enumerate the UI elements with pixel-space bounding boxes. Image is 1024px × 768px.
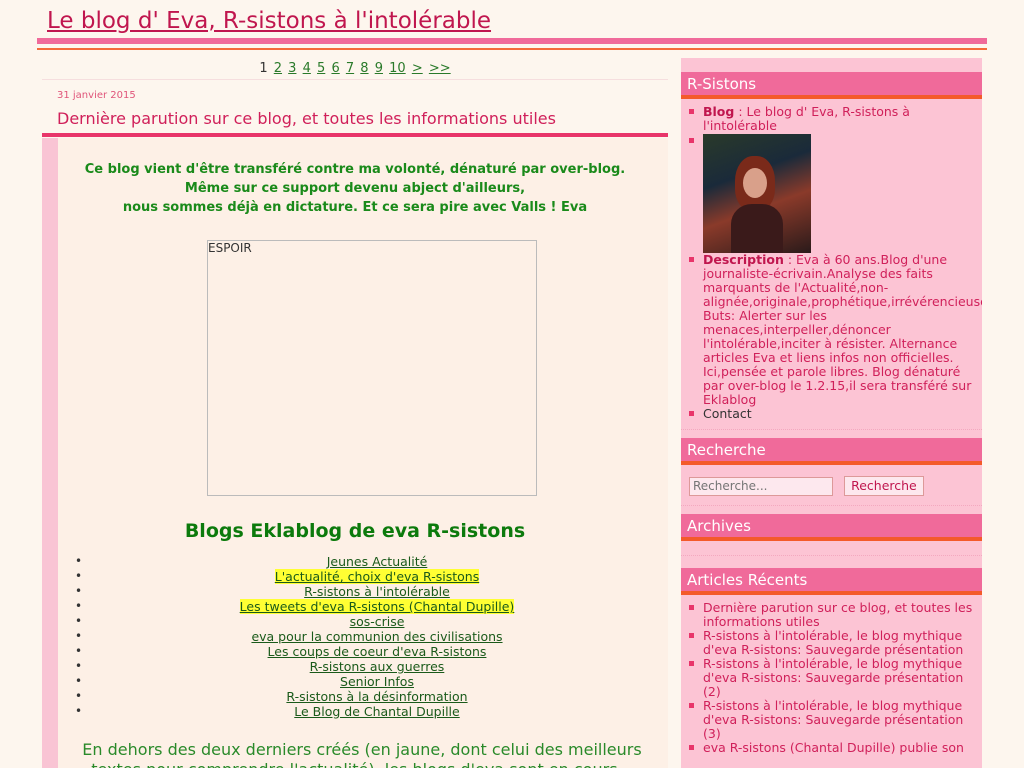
search-input[interactable] [689, 476, 833, 496]
post-title-rule [42, 133, 668, 137]
header-rule [37, 38, 987, 44]
list-item: R-sistons à la désinformation [75, 689, 662, 704]
recent-article-link[interactable]: Dernière parution sur ce blog, et toutes… [689, 601, 982, 629]
list-item: Senior Infos [75, 674, 662, 689]
search-button[interactable]: Recherche [844, 475, 924, 496]
blog-link[interactable]: R-sistons à la désinformation [286, 689, 467, 704]
profile-photo[interactable] [703, 134, 811, 253]
intro-line: Même sur ce support devenu abject d'aill… [184, 181, 526, 196]
page-link-7[interactable]: 7 [346, 61, 354, 76]
header-rule-thin [37, 48, 987, 50]
blog-link[interactable]: Jeunes Actualité [327, 554, 428, 569]
list-item: Description : Eva à 60 ans.Blog d'une jo… [689, 252, 982, 407]
blog-link[interactable]: sos-crise [350, 614, 405, 629]
description-value: : Eva à 60 ans.Blog d'une journaliste-éc… [703, 252, 982, 407]
widget-heading-rsistons: R-Sistons [681, 72, 982, 95]
page-link-6[interactable]: 6 [331, 61, 339, 76]
page-next-link[interactable]: > [412, 61, 423, 76]
main-column: 1 2 3 4 5 6 7 8 9 10 > >> 31 janvier 201… [42, 58, 668, 768]
widget-heading-recent: Articles Récents [681, 568, 982, 591]
profile-list: Blog : Le blog d' Eva, R-sistons à l'int… [681, 99, 982, 421]
post-outro: En dehors des deux derniers créés (en ja… [82, 740, 642, 768]
blog-link[interactable]: Les coups de coeur d'eva R-sistons [268, 644, 487, 659]
page-link-9[interactable]: 9 [375, 61, 383, 76]
page-current: 1 [259, 61, 268, 76]
page-link-2[interactable]: 2 [274, 61, 282, 76]
recent-articles-list: Dernière parution sur ce blog, et toutes… [681, 595, 982, 755]
blogs-heading: Blogs Eklablog de eva R-sistons [184, 520, 526, 542]
blog-link[interactable]: R-sistons aux guerres [310, 659, 445, 674]
intro-line: Ce blog vient d'être transféré contre ma… [84, 162, 626, 177]
site-title-link[interactable]: Le blog d' Eva, R-sistons à l'intolérabl… [47, 8, 491, 34]
page-link-3[interactable]: 3 [288, 61, 296, 76]
blog-value: : Le blog d' Eva, R-sistons à l'intoléra… [703, 104, 910, 133]
blog-link[interactable]: eva pour la communion des civilisations [251, 629, 502, 644]
blog-link[interactable]: R-sistons à l'intolérable [304, 584, 450, 599]
recent-article-link[interactable]: eva R-sistons (Chantal Dupille) publie s… [689, 741, 982, 755]
embedded-frame[interactable]: ESPOIR [207, 240, 537, 496]
list-item: Jeunes Actualité [75, 554, 662, 569]
widget-heading-archives: Archives [681, 514, 982, 537]
recent-article-link[interactable]: R-sistons à l'intolérable, le blog mythi… [689, 629, 982, 657]
widget-divider [681, 541, 982, 556]
list-item: eva pour la communion des civilisations [75, 629, 662, 644]
list-item: Les tweets d'eva R-sistons (Chantal Dupi… [75, 599, 662, 614]
post-body: Ce blog vient d'être transféré contre ma… [42, 138, 668, 768]
list-item: Contact [689, 406, 982, 421]
list-item [689, 134, 982, 253]
recent-article-link[interactable]: R-sistons à l'intolérable, le blog mythi… [689, 657, 982, 699]
post-date: 31 janvier 2015 [57, 90, 136, 101]
list-item: R-sistons à l'intolérable [75, 584, 662, 599]
page-last-link[interactable]: >> [429, 61, 451, 76]
pager-divider [42, 79, 668, 80]
widget-divider [681, 421, 982, 430]
intro-line: nous sommes déjà en dictature. Et ce ser… [122, 200, 588, 215]
list-item: Les coups de coeur d'eva R-sistons [75, 644, 662, 659]
contact-link[interactable]: Contact [703, 406, 752, 421]
list-item: sos-crise [75, 614, 662, 629]
page-link-10[interactable]: 10 [389, 61, 406, 76]
search-form: Recherche [681, 465, 982, 497]
post-title[interactable]: Dernière parution sur ce blog, et toutes… [57, 109, 556, 128]
pagination: 1 2 3 4 5 6 7 8 9 10 > >> [42, 58, 668, 79]
list-item: Le Blog de Chantal Dupille [75, 704, 662, 719]
blog-link-highlighted[interactable]: L'actualité, choix d'eva R-sistons [274, 569, 480, 584]
blog-link[interactable]: Le Blog de Chantal Dupille [294, 704, 459, 719]
page-link-8[interactable]: 8 [360, 61, 368, 76]
blog-label: Blog [703, 104, 735, 119]
page-link-4[interactable]: 4 [303, 61, 311, 76]
page-link-5[interactable]: 5 [317, 61, 325, 76]
sidebar: R-Sistons Blog : Le blog d' Eva, R-sisto… [681, 58, 982, 768]
blog-link[interactable]: Senior Infos [340, 674, 414, 689]
description-label: Description [703, 252, 784, 267]
post-intro: Ce blog vient d'être transféré contre ma… [58, 160, 652, 217]
blogs-list: Jeunes Actualité L'actualité, choix d'ev… [75, 554, 662, 719]
list-item: Blog : Le blog d' Eva, R-sistons à l'int… [689, 104, 982, 133]
frame-label: ESPOIR [208, 241, 252, 255]
list-item: L'actualité, choix d'eva R-sistons [75, 569, 662, 584]
recent-article-link[interactable]: R-sistons à l'intolérable, le blog mythi… [689, 699, 982, 741]
list-item: R-sistons aux guerres [75, 659, 662, 674]
blog-link-highlighted[interactable]: Les tweets d'eva R-sistons (Chantal Dupi… [239, 599, 515, 614]
widget-heading-search: Recherche [681, 438, 982, 461]
widget-divider [681, 497, 982, 506]
